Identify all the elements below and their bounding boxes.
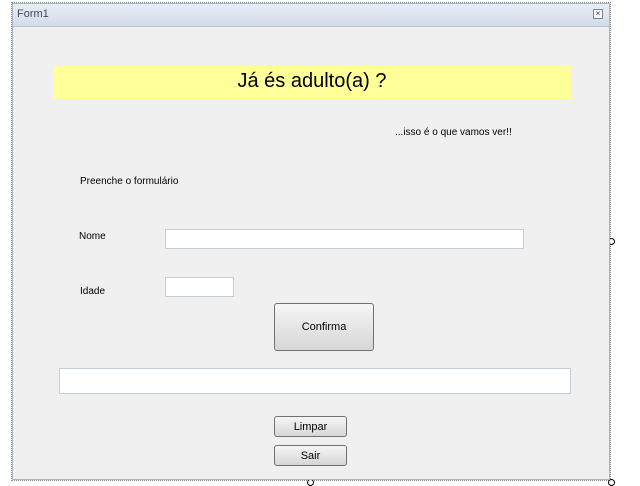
- header-banner: Já és adulto(a) ?: [53, 66, 571, 99]
- window-title: Form1: [17, 8, 49, 20]
- banner-title: Já és adulto(a) ?: [237, 70, 387, 92]
- exit-button[interactable]: Sair: [274, 445, 347, 466]
- age-label: Idade: [80, 286, 106, 297]
- name-input[interactable]: [165, 229, 524, 249]
- confirm-button[interactable]: Confirma: [274, 303, 374, 351]
- close-icon[interactable]: ×: [593, 9, 603, 19]
- resize-handle-bottom[interactable]: [307, 479, 314, 486]
- resize-handle-bottom-right[interactable]: [608, 479, 615, 486]
- subtitle-label: ...isso é o que vamos ver!!: [395, 127, 512, 138]
- form-window: Form1 × Já és adulto(a) ? ...isso é o qu…: [12, 3, 610, 480]
- title-bar: Form1 ×: [13, 4, 609, 27]
- instructions-label: Preenche o formulário: [80, 176, 179, 187]
- name-label: Nome: [79, 231, 106, 242]
- form-client-area: Já és adulto(a) ? ...isso é o que vamos …: [13, 27, 609, 479]
- clear-button[interactable]: Limpar: [274, 416, 347, 437]
- age-input[interactable]: [165, 277, 234, 297]
- result-textbox[interactable]: [59, 368, 571, 394]
